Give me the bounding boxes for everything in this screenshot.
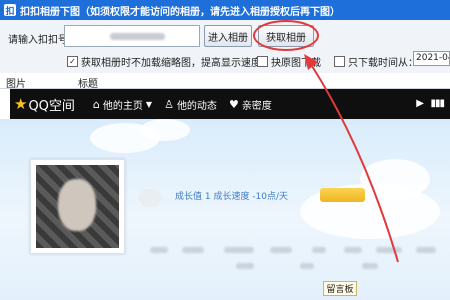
date-from-field[interactable]: 2021-04- xyxy=(413,51,450,66)
time-only-option[interactable]: 只下载时间从： xyxy=(334,54,418,69)
original-download-option[interactable]: 抉原图下载 xyxy=(257,54,321,69)
blurred-text xyxy=(182,247,204,253)
home-icon: ⌂ xyxy=(92,97,100,111)
blurred-text xyxy=(362,263,378,269)
blurred-text xyxy=(344,247,362,253)
nav-his-feed-label: 他的动态 xyxy=(176,100,217,112)
nav-his-home-label: 他的主页 xyxy=(102,100,143,112)
blurred-text xyxy=(236,263,254,269)
column-header-picture[interactable]: 图片 xyxy=(6,75,26,90)
app-icon: 扣 xyxy=(4,4,16,17)
vip-badge[interactable] xyxy=(320,188,365,202)
avatar-face-blur xyxy=(58,179,96,231)
star-icon: ★ xyxy=(14,95,28,113)
avatar-image xyxy=(36,165,119,248)
nav-intimacy[interactable]: ♥ 亲密度 xyxy=(229,97,272,112)
blurred-text xyxy=(312,247,326,253)
original-download-checkbox[interactable] xyxy=(257,56,268,67)
highlight-ellipse xyxy=(253,20,319,51)
qzone-logo[interactable]: ★ QQ空间 xyxy=(14,95,75,114)
cloud-shape xyxy=(360,159,430,199)
nav-his-feed[interactable]: ♙ 他的动态 xyxy=(164,97,217,112)
chevron-down-icon: ▼ xyxy=(145,99,153,109)
qzone-logo-text: QQ空间 xyxy=(28,98,75,114)
no-thumbnails-option[interactable]: ✓ 获取相册时不加载缩略图，提高显示速度 xyxy=(67,54,261,69)
blurred-text xyxy=(416,247,436,253)
blurred-text xyxy=(150,247,168,253)
time-only-checkbox[interactable] xyxy=(334,56,345,67)
qq-number-input[interactable] xyxy=(64,25,200,47)
cloud-shape xyxy=(140,119,190,141)
nav-his-home[interactable]: ⌂ 他的主页 ▼ xyxy=(93,97,152,112)
qq-number-blurred-value xyxy=(110,33,165,40)
play-icon[interactable]: ▶ xyxy=(416,98,424,109)
growth-info: 成长值 1 成长速度 -10点/天 xyxy=(175,192,289,202)
blurred-text xyxy=(300,263,314,269)
profile-avatar[interactable] xyxy=(30,159,125,254)
original-download-label: 抉原图下载 xyxy=(271,58,321,69)
time-only-label: 只下载时间从： xyxy=(348,58,418,69)
user-icon: ♙ xyxy=(164,97,174,111)
qzone-navbar: ★ QQ空间 ⌂ 他的主页 ▼ ♙ 他的动态 ♥ 亲密度 ▶ ▮▮▮ xyxy=(10,89,450,119)
blurred-text xyxy=(224,247,254,253)
enter-album-button[interactable]: 进入相册 xyxy=(204,25,252,47)
album-list-area: ★ QQ空间 ⌂ 他的主页 ▼ ♙ 他的动态 ♥ 亲密度 ▶ ▮▮▮ 成长值 1… xyxy=(0,89,450,300)
message-board-tooltip: 留言板 xyxy=(323,281,357,296)
no-thumbnails-label: 获取相册时不加载缩略图，提高显示速度 xyxy=(81,58,261,69)
bars-icon[interactable]: ▮▮▮ xyxy=(430,98,444,109)
list-header: 图片 标题 xyxy=(0,73,450,90)
window-titlebar: 扣 扣扣相册下图（如须权限才能访问的相册，请先进入相册授权后再下图） xyxy=(0,0,450,20)
no-thumbnails-checkbox[interactable]: ✓ xyxy=(67,56,78,67)
blurred-text xyxy=(270,247,292,253)
column-header-title[interactable]: 标题 xyxy=(78,75,98,90)
nav-intimacy-label: 亲密度 xyxy=(241,100,272,112)
window-title: 扣扣相册下图（如须权限才能访问的相册，请先进入相册授权后再下图） xyxy=(20,6,340,18)
blurred-text xyxy=(376,247,402,253)
heart-icon: ♥ xyxy=(228,97,239,111)
